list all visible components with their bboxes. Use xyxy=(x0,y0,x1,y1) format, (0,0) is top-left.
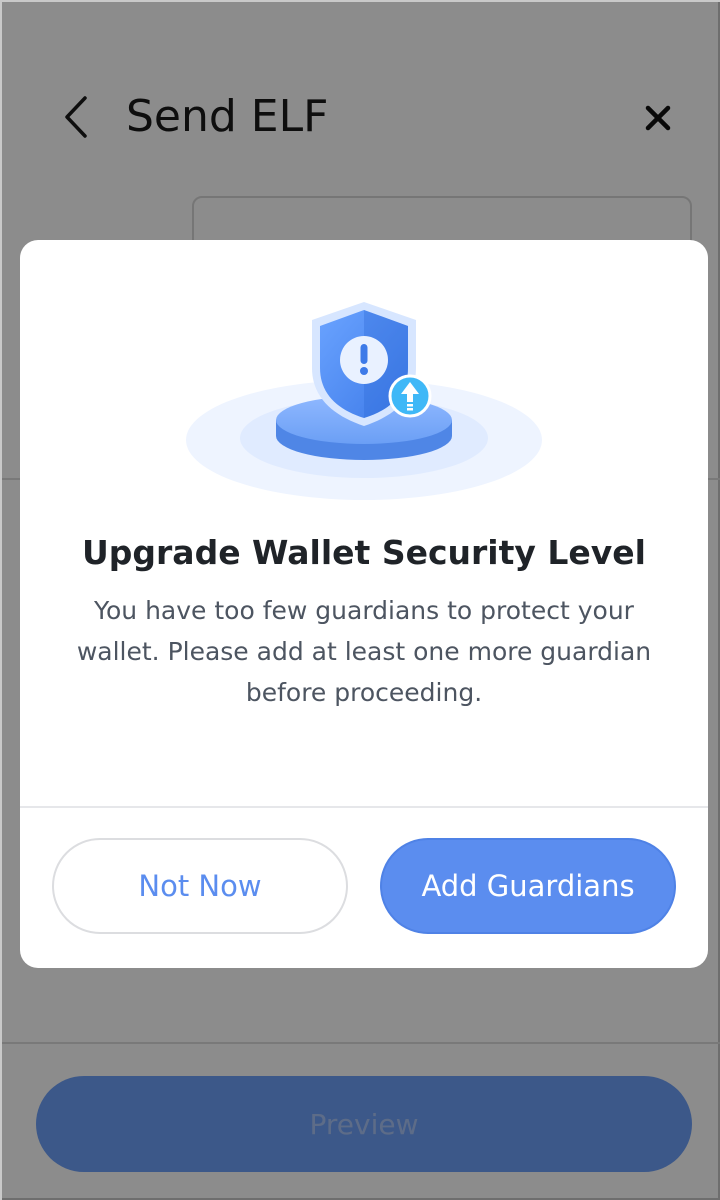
dialog-divider xyxy=(20,806,708,808)
not-now-button[interactable]: Not Now xyxy=(52,838,348,934)
shield-warning-upgrade-icon xyxy=(186,302,542,500)
upgrade-security-dialog: Upgrade Wallet Security Level You have t… xyxy=(20,240,708,968)
dialog-message: You have too few guardians to protect yo… xyxy=(76,596,652,707)
screen: Send ELF Preview Upgrade Wallet Security… xyxy=(0,0,720,1200)
dialog-title: Upgrade Wallet Security Level xyxy=(81,533,646,572)
add-guardians-button[interactable]: Add Guardians xyxy=(380,838,676,934)
